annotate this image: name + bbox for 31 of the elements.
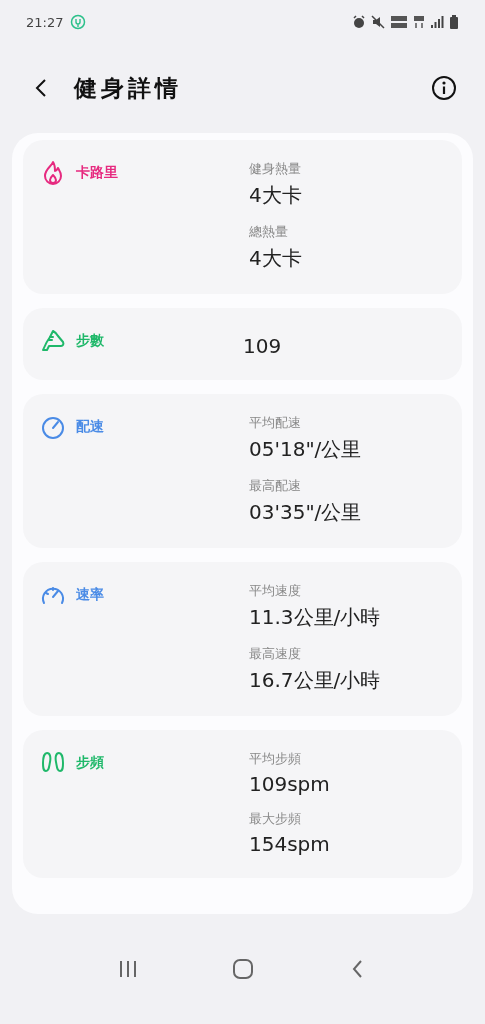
metric-value: 109spm	[249, 772, 330, 796]
home-button[interactable]	[231, 958, 254, 980]
info-icon[interactable]	[431, 75, 457, 101]
card-title: 步頻	[76, 754, 104, 772]
metric-value: 16.7公里/小時	[249, 667, 381, 694]
charging-icon	[70, 14, 87, 30]
page-title: 健身詳情	[74, 73, 182, 103]
status-time: 21:27	[26, 14, 64, 30]
card-title: 步數	[76, 332, 104, 350]
metric-value: 154spm	[249, 832, 330, 856]
mute-icon	[371, 15, 385, 29]
metric-label: 總熱量	[249, 223, 289, 241]
metric-value: 4大卡	[249, 182, 302, 209]
card-title: 卡路里	[76, 164, 118, 182]
signal-icon	[430, 15, 444, 29]
metric-value: 11.3公里/小時	[249, 604, 381, 631]
metric-label: 健身熱量	[249, 160, 302, 178]
metric-value: 03'35"/公里	[249, 499, 362, 526]
metric-label: 平均速度	[249, 582, 302, 600]
metric-label: 最大步頻	[249, 810, 302, 828]
battery-icon	[449, 15, 459, 29]
metric-label: 最高速度	[249, 645, 302, 663]
alarm-icon	[352, 15, 366, 29]
metric-label: 平均配速	[249, 414, 302, 432]
metric-label: 平均步頻	[249, 750, 302, 768]
metric-label: 最高配速	[249, 477, 302, 495]
metric-value: 109	[243, 334, 282, 358]
card-title: 配速	[76, 418, 104, 436]
metric-value: 4大卡	[249, 245, 302, 272]
metric-value: 05'18"/公里	[249, 436, 362, 463]
card-title: 速率	[76, 586, 104, 604]
